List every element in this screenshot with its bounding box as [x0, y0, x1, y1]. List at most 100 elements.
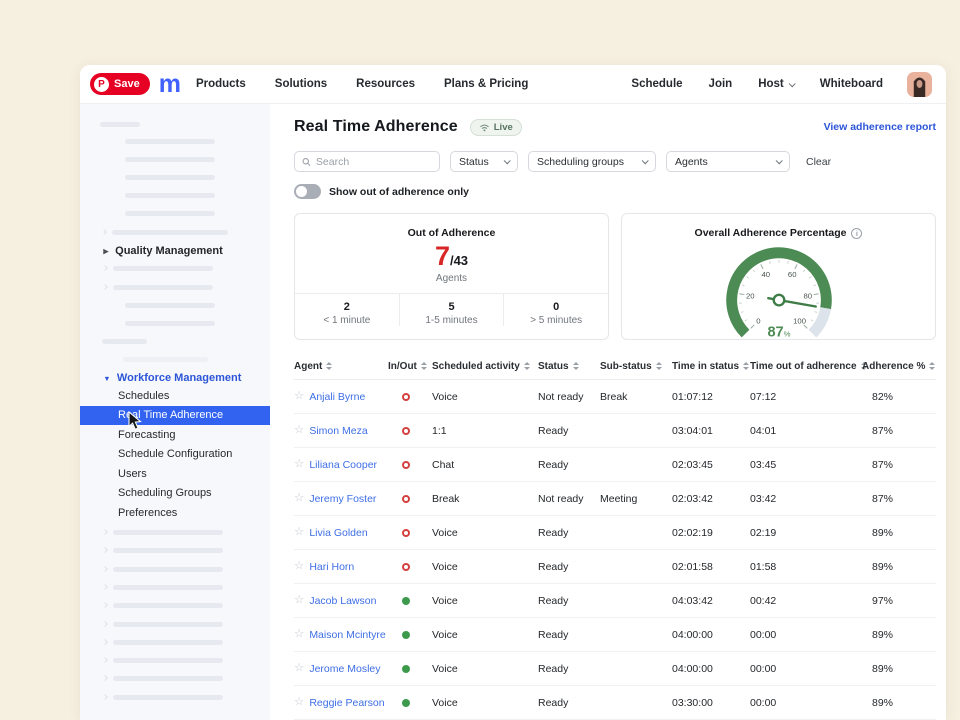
table-row[interactable]: ☆ Maison Mcintyre Voice Ready 04:00:00 0… [294, 618, 936, 652]
scheduling-groups-dropdown[interactable]: Scheduling groups [528, 151, 656, 172]
agent-name-link[interactable]: Hari Horn [309, 561, 354, 573]
miro-logo[interactable]: m [159, 72, 180, 97]
sidebar-item-schedules[interactable]: Schedules [80, 386, 270, 406]
skeleton-bar [125, 303, 215, 308]
agent-name-link[interactable]: Maison Mcintyre [309, 629, 385, 641]
column-header-time-in-status[interactable]: Time in status [672, 361, 750, 372]
agent-name-link[interactable]: Simon Meza [309, 425, 367, 437]
sidebar-item-schedule-configuration[interactable]: Schedule Configuration [80, 445, 270, 465]
sidebar-item-scheduling-groups[interactable]: Scheduling Groups [80, 484, 270, 504]
clear-filters-button[interactable]: Clear [806, 156, 831, 168]
pinterest-save-button[interactable]: P Save [90, 73, 150, 95]
info-icon[interactable]: i [851, 228, 862, 239]
skeleton-bar [123, 357, 208, 362]
table-row[interactable]: ☆ Jeremy Foster Break Not ready Meeting … [294, 482, 936, 516]
table-row[interactable]: ☆ Jerome Mosley Voice Ready 04:00:00 00:… [294, 652, 936, 686]
nav-item-schedule[interactable]: Schedule [631, 78, 682, 90]
pinterest-icon: P [94, 77, 109, 92]
scheduled-activity-cell: 1:1 [432, 425, 538, 437]
favorite-star-icon[interactable]: ☆ [294, 561, 304, 573]
status-cell: Ready [538, 663, 600, 675]
in-out-status-dot [402, 529, 410, 537]
nav-item-join[interactable]: Join [709, 78, 733, 90]
adherence-percent-cell: 87% [862, 459, 936, 471]
table-row[interactable]: ☆ Livia Golden Voice Ready 02:02:19 02:1… [294, 516, 936, 550]
scheduled-activity-cell: Break [432, 493, 538, 505]
sidebar-section-workforce-management[interactable]: ▼ Workforce Management [80, 370, 270, 386]
agents-dropdown[interactable]: Agents [666, 151, 790, 172]
skeleton-chevron [102, 676, 108, 682]
time-out-of-adherence-cell: 04:01 [750, 425, 862, 437]
sort-icon [656, 362, 662, 370]
table-row[interactable]: ☆ Simon Meza 1:1 Ready 03:04:01 04:01 87… [294, 414, 936, 448]
skeleton-bar [125, 321, 215, 326]
search-icon [302, 157, 311, 167]
agent-name-link[interactable]: Anjali Byrne [309, 391, 365, 403]
nav-item-solutions[interactable]: Solutions [275, 78, 327, 90]
table-row[interactable]: ☆ Reggie Pearson Voice Ready 03:30:00 00… [294, 686, 936, 720]
column-header-sub-status[interactable]: Sub-status [600, 361, 672, 372]
search-input[interactable] [316, 156, 432, 168]
time-in-status-cell: 01:07:12 [672, 391, 750, 403]
agent-name-link[interactable]: Liliana Cooper [309, 459, 377, 471]
agent-name-link[interactable]: Jacob Lawson [309, 595, 376, 607]
table-row[interactable]: ☆ Jacob Lawson Voice Ready 04:03:42 00:4… [294, 584, 936, 618]
favorite-star-icon[interactable]: ☆ [294, 527, 304, 539]
column-header-scheduled-activity[interactable]: Scheduled activity [432, 361, 538, 372]
column-header-agent[interactable]: Agent [294, 361, 388, 372]
scheduled-activity-cell: Voice [432, 391, 538, 403]
table-row[interactable]: ☆ Liliana Cooper Chat Ready 02:03:45 03:… [294, 448, 936, 482]
favorite-star-icon[interactable]: ☆ [294, 595, 304, 607]
agents-total: /43 [450, 253, 468, 268]
table-row[interactable]: ☆ Hari Horn Voice Ready 02:01:58 01:58 8… [294, 550, 936, 584]
in-out-status-dot [402, 427, 410, 435]
sidebar-section-quality-management[interactable]: ▶ Quality Management [80, 243, 270, 259]
nav-item-products[interactable]: Products [196, 78, 246, 90]
in-out-status-dot [402, 495, 410, 503]
sort-icon [326, 362, 332, 370]
favorite-star-icon[interactable]: ☆ [294, 697, 304, 709]
nav-item-resources[interactable]: Resources [356, 78, 415, 90]
time-out-of-adherence-cell: 01:58 [750, 561, 862, 573]
nav-item-host[interactable]: Host [758, 78, 794, 90]
column-header-time-out-of-adherence[interactable]: Time out of adherence [750, 361, 862, 372]
status-cell: Ready [538, 425, 600, 437]
agent-name-link[interactable]: Reggie Pearson [309, 697, 384, 709]
agent-name-link[interactable]: Livia Golden [309, 527, 367, 539]
favorite-star-icon[interactable]: ☆ [294, 425, 304, 437]
skeleton-chevron [101, 229, 107, 235]
favorite-star-icon[interactable]: ☆ [294, 391, 304, 403]
in-out-status-dot [402, 597, 410, 605]
status-cell: Ready [538, 697, 600, 709]
status-dropdown[interactable]: Status [450, 151, 518, 172]
user-avatar[interactable] [907, 72, 932, 97]
sidebar-item-users[interactable]: Users [80, 464, 270, 484]
out-of-adherence-toggle[interactable] [294, 184, 321, 199]
favorite-star-icon[interactable]: ☆ [294, 459, 304, 471]
skeleton-chevron [102, 529, 108, 535]
sidebar-item-real-time-adherence[interactable]: Real Time Adherence [80, 406, 270, 426]
favorite-star-icon[interactable]: ☆ [294, 629, 304, 641]
column-header-in-out[interactable]: In/Out [388, 361, 432, 372]
chevron-down-icon [642, 157, 649, 164]
svg-text:100: 100 [793, 316, 806, 325]
favorite-star-icon[interactable]: ☆ [294, 663, 304, 675]
view-adherence-report-link[interactable]: View adherence report [824, 121, 936, 133]
chevron-down-icon: ▼ [103, 374, 110, 382]
column-header-status[interactable]: Status [538, 361, 600, 372]
skeleton-bar [113, 658, 223, 663]
agent-name-link[interactable]: Jerome Mosley [309, 663, 380, 675]
time-in-status-cell: 03:30:00 [672, 697, 750, 709]
nav-item-plans-pricing[interactable]: Plans & Pricing [444, 78, 528, 90]
time-out-of-adherence-cell: 00:00 [750, 629, 862, 641]
sidebar-item-forecasting[interactable]: Forecasting [80, 425, 270, 445]
nav-item-whiteboard[interactable]: Whiteboard [820, 78, 883, 90]
favorite-star-icon[interactable]: ☆ [294, 493, 304, 505]
sidebar-item-preferences[interactable]: Preferences [80, 503, 270, 523]
top-navbar: P Save m Products Solutions Resources Plans… [80, 65, 946, 104]
app-window: P Save m Products Solutions Resources Plans… [80, 65, 946, 720]
agent-name-link[interactable]: Jeremy Foster [309, 493, 376, 505]
table-row[interactable]: ☆ Anjali Byrne Voice Not ready Break 01:… [294, 380, 936, 414]
column-header-adherence[interactable]: Adherence % [862, 361, 936, 372]
status-cell: Ready [538, 595, 600, 607]
